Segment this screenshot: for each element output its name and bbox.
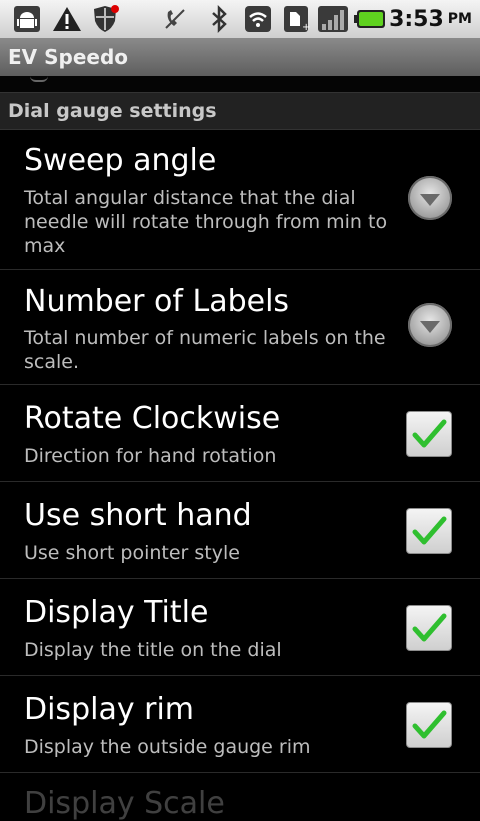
dropdown-arrow-icon[interactable]: [408, 303, 452, 347]
warning-icon: [50, 4, 84, 34]
pref-summary: Total angular distance that the dial nee…: [24, 187, 388, 257]
pref-partial-next[interactable]: Display Scale: [24, 786, 225, 821]
pref-summary: Direction for hand rotation: [24, 445, 277, 467]
checkbox[interactable]: [406, 411, 452, 457]
pref-title: Use short hand: [24, 498, 252, 533]
checkbox[interactable]: [406, 605, 452, 651]
pref-summary: Use short pointer style: [24, 542, 240, 564]
app-title: EV Speedo: [8, 45, 129, 69]
status-clock: 3:53 PM: [389, 4, 472, 34]
pref-summary: Display the title on the dial: [24, 639, 282, 661]
pref-use-short-hand[interactable]: Use short hand Use short pointer style: [0, 482, 480, 579]
checkmark-icon: [412, 710, 447, 739]
clock-ampm: PM: [447, 11, 472, 27]
scroll-edge-glyph: [30, 76, 48, 82]
android-debug-icon: [10, 4, 44, 34]
wifi-icon: [242, 4, 274, 34]
checkmark-icon: [412, 613, 447, 642]
clock-time: 3:53: [389, 6, 444, 32]
checkmark-icon: [412, 419, 447, 448]
pref-title: Sweep angle: [24, 143, 217, 178]
category-label: Dial gauge settings: [8, 100, 217, 122]
sd-card-icon: +: [280, 4, 312, 34]
signal-bars-icon: [316, 4, 350, 34]
app-title-bar: EV Speedo: [0, 38, 480, 77]
pref-summary: Display the outside gauge rim: [24, 736, 311, 758]
dropdown-arrow-icon[interactable]: [408, 176, 452, 220]
pref-title: Display Title: [24, 595, 209, 630]
pref-display-title[interactable]: Display Title Display the title on the d…: [0, 579, 480, 676]
pref-title: Rotate Clockwise: [24, 401, 281, 436]
pref-summary: Total number of numeric labels on the sc…: [24, 327, 386, 373]
svg-text:+: +: [302, 22, 310, 33]
battery-icon: [354, 4, 388, 34]
bluetooth-icon: [204, 4, 234, 34]
pref-sweep-angle[interactable]: Sweep angle Total angular distance that …: [0, 129, 480, 270]
checkbox[interactable]: [406, 508, 452, 554]
pref-title: Number of Labels: [24, 284, 290, 319]
no-signal-phone-icon: [160, 4, 190, 34]
status-bar: + 3:53 PM: [0, 0, 480, 38]
pref-number-of-labels[interactable]: Number of Labels Total number of numeric…: [0, 270, 480, 385]
shield-icon: [88, 4, 122, 34]
scrolled-item-remnant: [0, 76, 480, 92]
pref-display-rim[interactable]: Display rim Display the outside gauge ri…: [0, 676, 480, 773]
preference-category: Dial gauge settings: [0, 92, 480, 130]
checkbox[interactable]: [406, 702, 452, 748]
pref-title: Display rim: [24, 692, 195, 727]
pref-rotate-clockwise[interactable]: Rotate Clockwise Direction for hand rota…: [0, 385, 480, 482]
checkmark-icon: [412, 516, 447, 545]
